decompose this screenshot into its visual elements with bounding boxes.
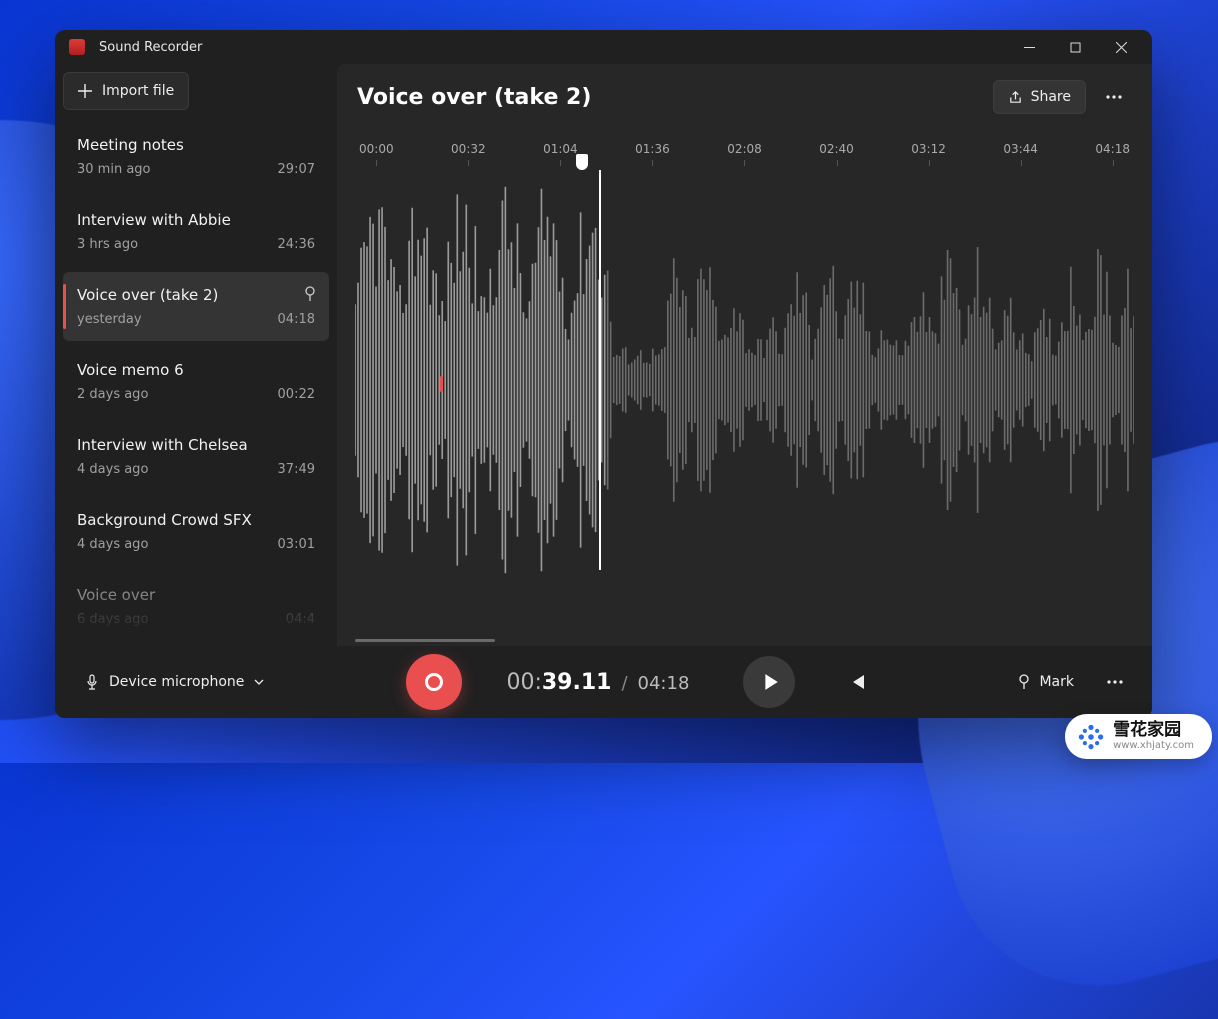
watermark-logo-icon — [1077, 723, 1105, 751]
recording-duration: 24:36 — [278, 237, 315, 252]
marker-icon — [1017, 674, 1031, 690]
recording-ago: 30 min ago — [77, 162, 151, 177]
recording-ago: 2 days ago — [77, 387, 148, 402]
ruler-tick: 00:00 — [359, 142, 394, 166]
watermark-title: 雪花家园 — [1113, 722, 1194, 739]
recording-name: Meeting notes — [77, 136, 315, 154]
ellipsis-icon — [1106, 95, 1122, 99]
plus-icon — [78, 84, 92, 98]
ruler-tick: 03:12 — [911, 142, 946, 166]
recording-duration: 00:22 — [278, 387, 315, 402]
zoom-scrollbar[interactable] — [355, 639, 495, 642]
share-icon — [1008, 90, 1023, 105]
ruler-tick: 02:40 — [819, 142, 854, 166]
recording-ago: yesterday — [77, 312, 142, 327]
playhead-line — [599, 170, 601, 570]
total-duration: 04:18 — [638, 673, 690, 694]
play-button[interactable] — [743, 656, 795, 708]
recording-item[interactable]: Background Crowd SFX 4 days ago 03:01 — [63, 497, 329, 566]
recording-duration: 04:4 — [286, 612, 315, 627]
share-button[interactable]: Share — [993, 80, 1086, 114]
recording-duration: 03:01 — [278, 537, 315, 552]
recording-duration: 29:07 — [278, 162, 315, 177]
chevron-down-icon — [254, 679, 264, 685]
recording-item[interactable]: Interview with Chelsea 4 days ago 37:49 — [63, 422, 329, 491]
time-ruler[interactable]: 00:00 00:32 01:04 01:36 02:08 02:40 03:12 03:44… — [355, 142, 1134, 170]
record-icon — [425, 673, 443, 691]
recording-ago: 4 days ago — [77, 537, 148, 552]
recording-name: Voice memo 6 — [77, 361, 315, 379]
main-panel: Voice over (take 2) Share 00:00 00:32 01:0… — [337, 64, 1152, 646]
add-marker-button[interactable]: Mark — [1007, 668, 1084, 696]
recording-ago: 4 days ago — [77, 462, 148, 477]
import-file-button[interactable]: Import file — [63, 72, 189, 110]
time-separator: / — [621, 673, 627, 694]
titlebar: Sound Recorder — [55, 30, 1152, 64]
main-header: Voice over (take 2) Share — [337, 64, 1152, 130]
maximize-button[interactable] — [1052, 30, 1098, 64]
ruler-tick: 02:08 — [727, 142, 762, 166]
skip-back-button[interactable] — [839, 664, 875, 700]
bottom-bar: Device microphone 00:39.11 / 04:18 Mark — [55, 646, 1152, 718]
recording-name: Background Crowd SFX — [77, 511, 315, 529]
recording-item[interactable]: Voice over 6 days ago 04:4 — [63, 572, 329, 638]
current-time: 39.11 — [542, 670, 612, 695]
import-label: Import file — [102, 83, 174, 99]
playhead-handle[interactable] — [576, 154, 588, 170]
recording-name: Voice over — [77, 586, 315, 604]
recording-name: Interview with Chelsea — [77, 436, 315, 454]
app-icon — [69, 39, 85, 55]
ruler-tick: 03:44 — [1003, 142, 1038, 166]
recording-item[interactable]: Meeting notes 30 min ago 29:07 — [63, 122, 329, 191]
mark-label: Mark — [1039, 674, 1074, 690]
app-title: Sound Recorder — [99, 40, 1006, 55]
watermark: 雪花家园 www.xhjaty.com — [1065, 714, 1212, 759]
ruler-tick: 04:18 — [1095, 142, 1130, 166]
input-device-selector[interactable]: Device microphone — [75, 668, 274, 696]
watermark-url: www.xhjaty.com — [1113, 741, 1194, 751]
microphone-icon — [85, 674, 99, 690]
recording-name: Voice over (take 2) — [77, 286, 315, 304]
recording-title: Voice over (take 2) — [357, 85, 983, 110]
close-button[interactable] — [1098, 30, 1144, 64]
timecode: 00:39.11 / 04:18 — [506, 670, 689, 695]
ellipsis-icon — [1107, 680, 1123, 684]
skip-back-icon — [848, 674, 866, 690]
recording-item[interactable]: Voice memo 6 2 days ago 00:22 — [63, 347, 329, 416]
waveform[interactable] — [355, 170, 1134, 590]
current-time-prefix: 00: — [506, 670, 541, 695]
play-icon — [762, 673, 780, 691]
recording-duration: 04:18 — [278, 312, 315, 327]
sidebar: Import file Meeting notes 30 min ago 29:07… — [55, 64, 337, 646]
ruler-tick: 01:04 — [543, 142, 578, 166]
ruler-tick: 00:32 — [451, 142, 486, 166]
device-label: Device microphone — [109, 674, 244, 690]
recording-duration: 37:49 — [278, 462, 315, 477]
has-marker-icon — [303, 286, 317, 306]
minimize-button[interactable] — [1006, 30, 1052, 64]
record-button[interactable] — [406, 654, 462, 710]
recording-name: Interview with Abbie — [77, 211, 315, 229]
more-options-button[interactable] — [1096, 80, 1132, 114]
bottom-more-button[interactable] — [1098, 665, 1132, 699]
recording-ago: 3 hrs ago — [77, 237, 138, 252]
recordings-list: Meeting notes 30 min ago 29:07 Interview wi… — [63, 122, 329, 638]
share-label: Share — [1031, 89, 1071, 105]
recording-ago: 6 days ago — [77, 612, 148, 627]
waveform-area: 00:00 00:32 01:04 01:36 02:08 02:40 03:12 03:44… — [337, 130, 1152, 646]
recording-item[interactable]: Interview with Abbie 3 hrs ago 24:36 — [63, 197, 329, 266]
ruler-tick: 01:36 — [635, 142, 670, 166]
recording-item[interactable]: Voice over (take 2) yesterday 04:18 — [63, 272, 329, 341]
marker-indicator[interactable] — [440, 376, 443, 392]
app-window: Sound Recorder Import file Meeting notes… — [55, 30, 1152, 718]
